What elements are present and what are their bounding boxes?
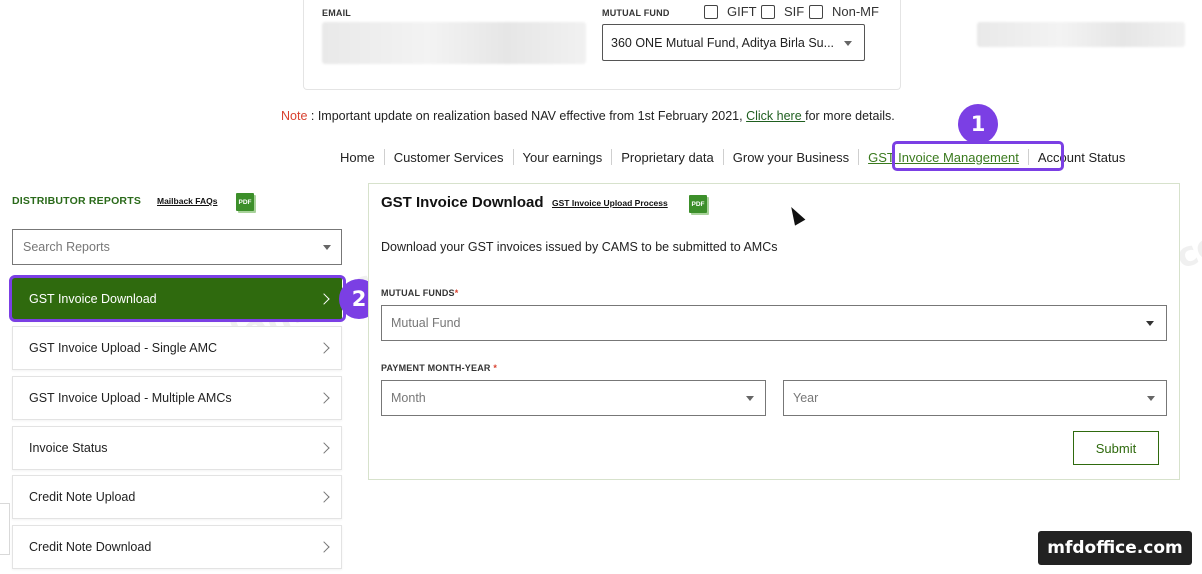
chevron-right-icon [318, 293, 330, 305]
sidebar-item-invoice-status[interactable]: Invoice Status [12, 426, 342, 470]
mutual-fund-select-value: 360 ONE Mutual Fund, Aditya Birla Su... [611, 35, 835, 50]
chevron-down-icon [746, 396, 754, 401]
non-mf-checkbox[interactable]: Non-MF [809, 4, 879, 19]
nav-customer-services[interactable]: Customer Services [385, 150, 513, 165]
nav-account-status[interactable]: Account Status [1029, 150, 1134, 165]
nav-update-note: Note : Important update on realization b… [281, 109, 895, 123]
sidebar-item-gst-upload-single[interactable]: GST Invoice Upload - Single AMC [12, 326, 342, 370]
sidebar-item-gst-invoice-download[interactable]: GST Invoice Download [12, 277, 342, 321]
year-placeholder: Year [793, 391, 819, 405]
search-reports-select[interactable]: Search Reports [12, 229, 342, 265]
brand-badge: mfdoffice.com [1038, 531, 1192, 565]
sif-checkbox-label: SIF [784, 4, 805, 19]
month-select[interactable]: Month [381, 380, 766, 416]
chevron-down-icon [844, 41, 852, 46]
sidebar-item-label: Invoice Status [29, 441, 108, 455]
search-reports-placeholder: Search Reports [23, 240, 110, 254]
year-select[interactable]: Year [783, 380, 1167, 416]
pdf-icon[interactable]: PDF [236, 193, 254, 211]
required-mark: * [454, 288, 459, 298]
chevron-down-icon [323, 245, 331, 250]
pdf-icon[interactable]: PDF [689, 195, 707, 213]
panel-description: Download your GST invoices issued by CAM… [381, 240, 778, 254]
mailback-faqs-link[interactable]: Mailback FAQs [157, 196, 217, 206]
mutual-fund-label: MUTUAL FUND [602, 8, 670, 18]
gst-upload-process-link[interactable]: GST Invoice Upload Process [552, 198, 668, 208]
sidebar-item-credit-note-download[interactable]: Credit Note Download [12, 525, 342, 569]
checkbox-icon[interactable] [809, 4, 823, 19]
non-mf-checkbox-label: Non-MF [832, 4, 879, 19]
mutual-fund-placeholder: Mutual Fund [391, 316, 461, 330]
step1-badge: 1 [958, 104, 998, 144]
chevron-right-icon [318, 342, 330, 354]
month-placeholder: Month [391, 391, 426, 405]
sidebar-item-label: Credit Note Download [29, 540, 152, 554]
nav-your-earnings[interactable]: Your earnings [514, 150, 612, 165]
click-here-link[interactable]: Click here [746, 109, 805, 123]
email-label: EMAIL [322, 8, 351, 18]
note-text: : Important update on realization based … [307, 109, 747, 123]
sidebar-item-label: Credit Note Upload [29, 490, 136, 504]
mutual-funds-label-text: MUTUAL FUNDS [381, 288, 455, 298]
panel-title: GST Invoice Download [381, 194, 544, 211]
nav-home[interactable]: Home [331, 150, 384, 165]
top-nav: Home Customer Services Your earnings Pro… [331, 145, 1134, 169]
chevron-right-icon [318, 541, 330, 553]
side-tab[interactable] [0, 503, 10, 555]
sif-checkbox[interactable]: SIF [761, 4, 804, 19]
chevron-down-icon [1147, 396, 1155, 401]
sidebar-item-credit-note-upload[interactable]: Credit Note Upload [12, 475, 342, 519]
checkbox-icon[interactable] [761, 4, 775, 19]
checkbox-icon[interactable] [704, 4, 718, 19]
payment-label-text: PAYMENT MONTH-YEAR [381, 363, 491, 373]
gift-checkbox-label: GIFT [727, 4, 757, 19]
note-suffix: for more details. [805, 109, 895, 123]
chevron-right-icon [318, 442, 330, 454]
submit-button[interactable]: Submit [1073, 431, 1159, 465]
nav-gst-invoice-management[interactable]: GST Invoice Management [859, 150, 1028, 165]
nav-proprietary-data[interactable]: Proprietary data [612, 150, 723, 165]
nav-grow-your-business[interactable]: Grow your Business [724, 150, 858, 165]
sidebar-item-label: GST Invoice Upload - Multiple AMCs [29, 391, 232, 405]
payment-month-year-label: PAYMENT MONTH-YEAR * [381, 363, 497, 373]
note-prefix: Note [281, 109, 308, 123]
user-info-blurred [977, 22, 1185, 47]
email-field-blurred[interactable] [322, 22, 586, 64]
sidebar-title: DISTRIBUTOR REPORTS [12, 195, 142, 207]
sidebar-item-gst-upload-multiple[interactable]: GST Invoice Upload - Multiple AMCs [12, 376, 342, 420]
mutual-funds-label: MUTUAL FUNDS* [381, 288, 458, 298]
chevron-right-icon [318, 491, 330, 503]
required-mark: * [493, 363, 498, 373]
mutual-fund-select[interactable]: 360 ONE Mutual Fund, Aditya Birla Su... [602, 24, 865, 61]
sidebar-item-label: GST Invoice Download [29, 292, 157, 306]
mutual-fund-field[interactable]: Mutual Fund [381, 305, 1167, 341]
chevron-down-icon [1146, 321, 1154, 326]
chevron-right-icon [318, 392, 330, 404]
gift-checkbox[interactable]: GIFT [704, 4, 757, 19]
sidebar-item-label: GST Invoice Upload - Single AMC [29, 341, 218, 355]
